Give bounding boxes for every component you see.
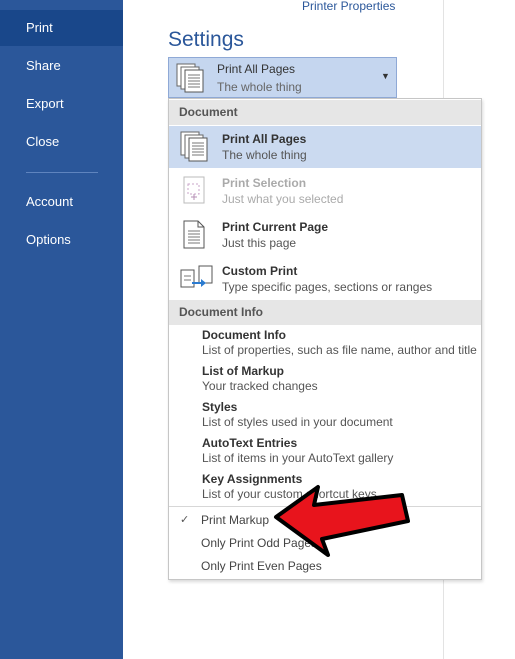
option-subtitle: Type specific pages, sections or ranges	[222, 280, 433, 294]
option-title: Document Info	[202, 328, 286, 342]
option-title: AutoText Entries	[202, 436, 298, 450]
option-custom-print[interactable]: Custom Print Type specific pages, sectio…	[169, 258, 481, 300]
printer-properties-link[interactable]: Printer Properties	[302, 0, 395, 13]
option-styles[interactable]: Styles List of styles used in your docum…	[202, 400, 482, 430]
option-subtitle: List of properties, such as file name, a…	[202, 343, 477, 357]
option-title: Print Selection	[222, 176, 307, 190]
option-subtitle: Your tracked changes	[202, 379, 318, 393]
sidebar-item-export[interactable]: Export	[0, 86, 123, 122]
option-title: Styles	[202, 400, 238, 414]
option-title: List of Markup	[202, 364, 285, 378]
option-print-selection: Print Selection Just what you selected	[169, 170, 481, 212]
option-document-info[interactable]: Document Info List of properties, such a…	[202, 328, 482, 358]
settings-title: Settings	[168, 28, 244, 51]
option-subtitle: Just this page	[222, 236, 297, 250]
selection-icon	[179, 174, 213, 213]
annotation-arrow-icon	[274, 485, 410, 557]
sidebar-item-print[interactable]: Print	[0, 10, 123, 46]
backstage-sidebar: Print Share Export Close Account Options	[0, 0, 123, 659]
print-range-dropdown[interactable]: Print All Pages The whole thing ▼	[168, 57, 397, 98]
sidebar-item-options[interactable]: Options	[0, 222, 123, 258]
option-subtitle: List of styles used in your document	[202, 415, 393, 429]
current-page-icon	[179, 218, 213, 257]
sidebar-item-share[interactable]: Share	[0, 48, 123, 84]
option-print-current-page[interactable]: Print Current Page Just this page	[169, 214, 481, 256]
custom-print-icon	[179, 262, 215, 301]
option-title: Custom Print	[222, 264, 298, 278]
dropdown-subtitle: The whole thing	[217, 80, 302, 94]
chevron-down-icon[interactable]: ▼	[381, 71, 390, 81]
toggle-label: Print Markup	[201, 513, 270, 527]
dropdown-title: Print All Pages	[217, 62, 296, 76]
checkmark-icon: ✓	[180, 514, 190, 526]
option-autotext-entries[interactable]: AutoText Entries List of items in your A…	[202, 436, 482, 466]
option-subtitle: List of items in your AutoText gallery	[202, 451, 394, 465]
sidebar-item-account[interactable]: Account	[0, 184, 123, 220]
option-title: Print Current Page	[222, 220, 329, 234]
option-title: Print All Pages	[222, 132, 307, 146]
section-header-document-info: Document Info	[169, 300, 481, 325]
option-list-of-markup[interactable]: List of Markup Your tracked changes	[202, 364, 482, 394]
section-header-document: Document	[169, 100, 481, 125]
sidebar-item-close[interactable]: Close	[0, 124, 123, 160]
all-pages-icon	[179, 130, 213, 169]
option-subtitle: Just what you selected	[222, 192, 344, 206]
option-print-all-pages[interactable]: Print All Pages The whole thing	[169, 126, 481, 168]
option-subtitle: The whole thing	[222, 148, 307, 162]
all-pages-icon	[175, 62, 207, 99]
sidebar-separator	[26, 172, 98, 173]
